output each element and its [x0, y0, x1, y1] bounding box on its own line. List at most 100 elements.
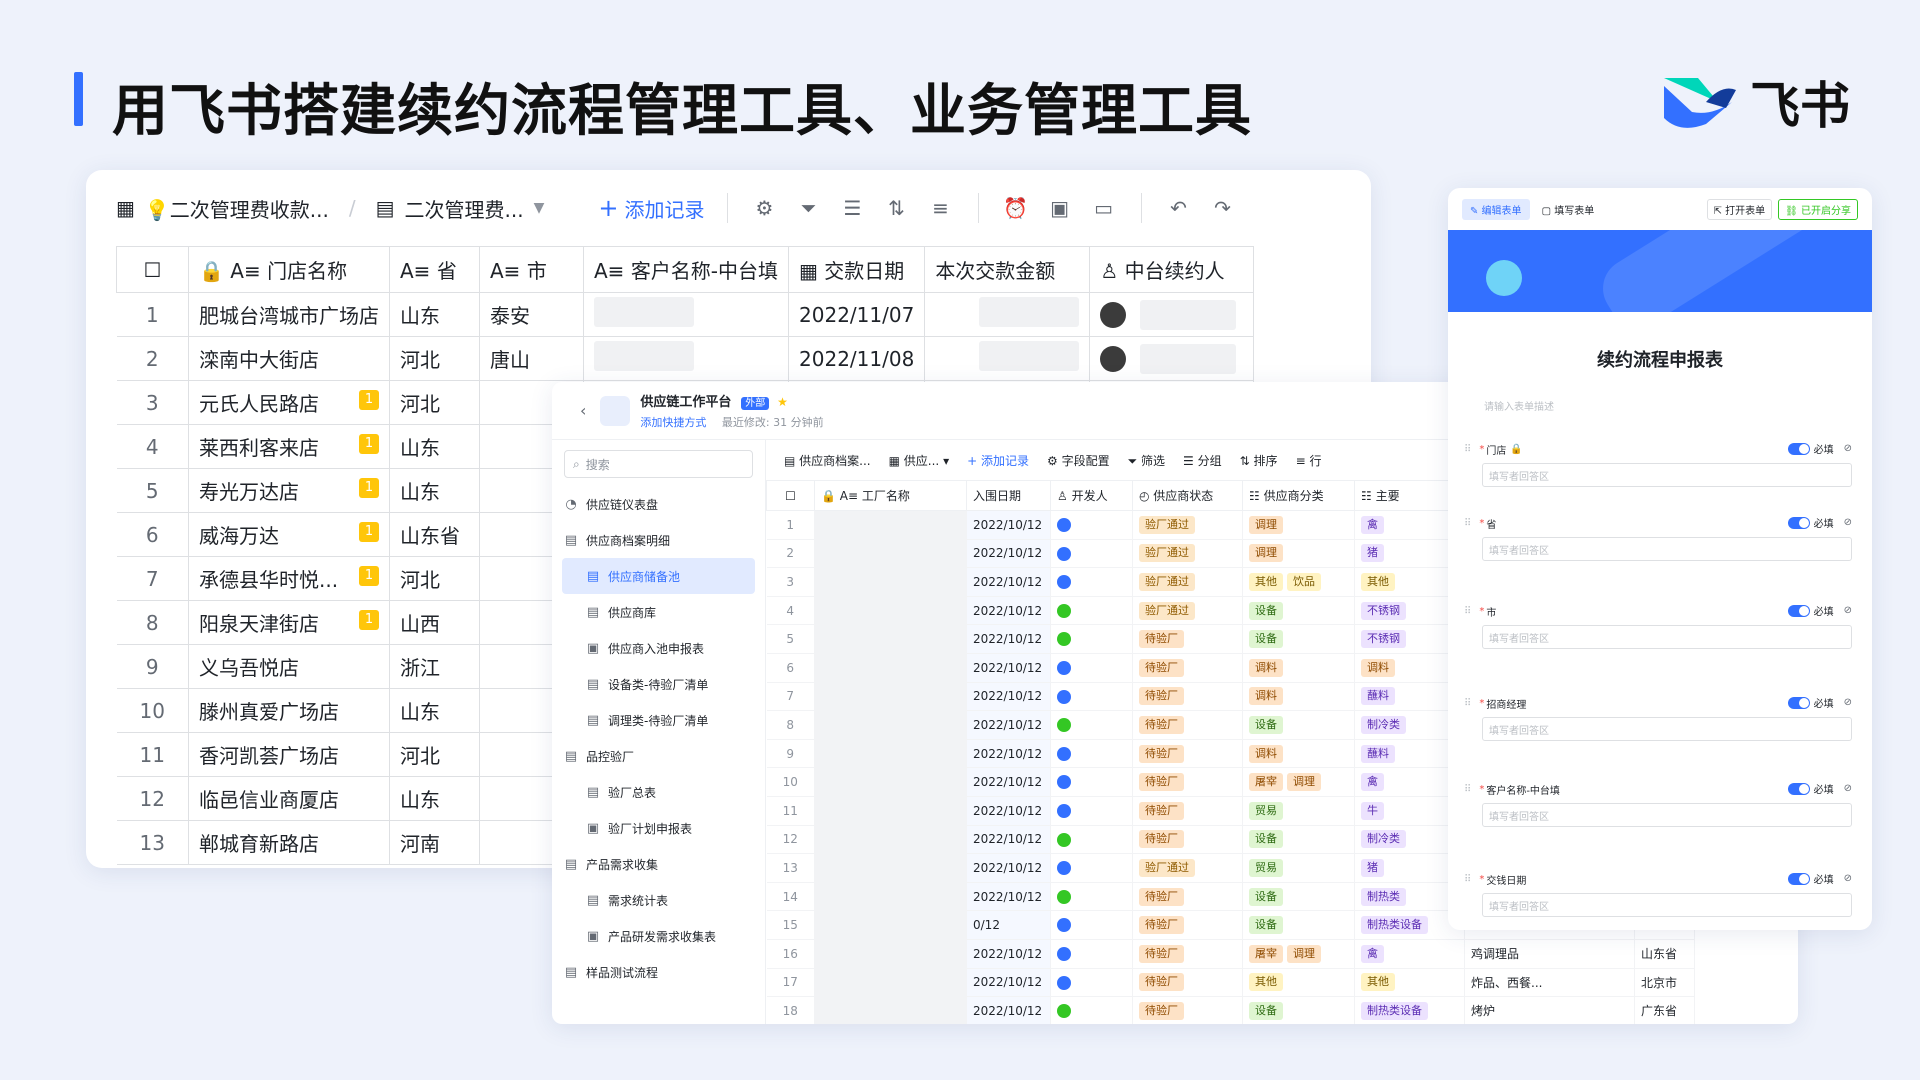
cell-status[interactable]: 待验厂 — [1132, 767, 1243, 797]
cell-date[interactable]: 2022/10/12 — [966, 682, 1051, 712]
answer-input[interactable]: 填写者回答区 — [1482, 463, 1852, 487]
column-header-status[interactable]: ◴ 供应商状态 — [1132, 480, 1243, 511]
cell-date[interactable]: 2022/10/12 — [966, 710, 1051, 740]
cell-factory[interactable] — [814, 624, 967, 654]
cell-status[interactable]: 验厂通过 — [1132, 510, 1243, 540]
cell-factory[interactable] — [814, 710, 967, 740]
cell-region[interactable]: 广东省 — [1634, 996, 1695, 1024]
cell-date[interactable]: 2022/10/12 — [966, 567, 1051, 597]
table-row[interactable]: 18 2022/10/12 待验厂 设备 制热类设备 烤炉 广东省 — [766, 996, 1695, 1024]
cell-extra[interactable]: 炸品、西餐... — [1464, 968, 1635, 998]
cell-store[interactable]: 莱西利客来店 1 — [188, 424, 390, 469]
cell-customer[interactable] — [583, 336, 790, 381]
table-row[interactable]: 16 2022/10/12 待验厂 屠宰 调理禽鸡调理品 山东省 — [766, 939, 1695, 969]
cell-factory[interactable] — [814, 853, 967, 883]
cell-province[interactable]: 山东 — [389, 468, 480, 513]
column-header-city[interactable]: A≡ 市 — [479, 246, 584, 293]
answer-input[interactable]: 填写者回答区 — [1482, 537, 1852, 561]
hide-icon[interactable]: ⊘ — [1844, 783, 1852, 794]
cell-province[interactable]: 河南 — [389, 820, 480, 865]
cell-store[interactable]: 寿光万达店 1 — [188, 468, 390, 513]
table-selector[interactable]: ▤ 供应商档案... — [784, 452, 871, 469]
cell-factory[interactable] — [814, 796, 967, 826]
tab-fill-form[interactable]: ▢ 填写表单 — [1536, 199, 1601, 220]
cell-date[interactable]: 2022/10/12 — [966, 739, 1051, 769]
filter-icon[interactable]: ⏷ — [794, 193, 824, 223]
drag-handle-icon[interactable]: ⠿ — [1464, 606, 1471, 617]
cell-store[interactable]: 阳泉天津街店 1 — [188, 600, 390, 645]
cell-developer[interactable] — [1050, 996, 1133, 1024]
drag-handle-icon[interactable]: ⠿ — [1464, 518, 1471, 529]
cell-category[interactable]: 设备 — [1242, 910, 1355, 940]
sidebar-item[interactable]: ▣ 验厂计划申报表 — [552, 810, 765, 846]
sidebar-item[interactable]: ▤ 产品需求收集 — [552, 846, 765, 882]
hide-icon[interactable]: ⊘ — [1844, 443, 1852, 454]
base-breadcrumb[interactable]: ▦ 💡二次管理费收款... — [116, 194, 329, 223]
cell-city[interactable]: 唐山 — [479, 336, 584, 381]
cell-province[interactable]: 浙江 — [389, 644, 480, 689]
sidebar-item[interactable]: ▤ 设备类-待验厂清单 — [552, 666, 765, 702]
cell-status[interactable]: 待验厂 — [1132, 968, 1243, 998]
cell-status[interactable]: 待验厂 — [1132, 996, 1243, 1024]
cell-category[interactable]: 调料 — [1242, 682, 1355, 712]
cell-factory[interactable] — [814, 653, 967, 683]
sidebar-item[interactable]: ▣ 产品研发需求收集表 — [552, 918, 765, 954]
select-all-checkbox[interactable]: ☐ — [766, 480, 815, 511]
cell-category[interactable]: 其他 — [1242, 968, 1355, 998]
cell-store[interactable]: 元氏人民路店 1 — [188, 380, 390, 425]
comment-icon[interactable]: ▭ — [1089, 193, 1119, 223]
star-icon[interactable]: ★ — [777, 395, 788, 409]
column-header-category[interactable]: ☷ 供应商分类 — [1242, 480, 1355, 511]
select-all-checkbox[interactable]: ☐ — [116, 246, 189, 293]
cell-status[interactable]: 验厂通过 — [1132, 853, 1243, 883]
row-height-icon[interactable]: ≡ — [926, 193, 956, 223]
cell-factory[interactable] — [814, 882, 967, 912]
cell-factory[interactable] — [814, 825, 967, 855]
cell-developer[interactable] — [1050, 939, 1133, 969]
cell-status[interactable]: 待验厂 — [1132, 825, 1243, 855]
add-shortcut-link[interactable]: 添加快捷方式 — [640, 416, 706, 429]
cell-developer[interactable] — [1050, 596, 1133, 626]
search-input[interactable]: ⌕ 搜索 — [564, 450, 753, 478]
cell-province[interactable]: 河北 — [389, 556, 480, 601]
cell-pay-date[interactable]: 2022/11/07 — [788, 292, 926, 337]
sidebar-item[interactable]: ▤ 供应商档案明细 — [552, 522, 765, 558]
form-field[interactable]: ⠿ * 门店 🔒 必填 ⊘ 填写者回答区 — [1464, 439, 1852, 487]
hide-icon[interactable]: ⊘ — [1844, 697, 1852, 708]
cell-factory[interactable] — [814, 968, 967, 998]
cell-status[interactable]: 验厂通过 — [1132, 596, 1243, 626]
cell-category[interactable]: 设备 — [1242, 596, 1355, 626]
table-row[interactable]: 1 肥城台湾城市广场店 山东 泰安 2022/11/07 — [116, 292, 1255, 337]
sort-icon[interactable]: ⇅ — [882, 193, 912, 223]
cell-province[interactable]: 山西 — [389, 600, 480, 645]
hide-icon[interactable]: ⊘ — [1844, 517, 1852, 528]
form-description-input[interactable]: 请输入表单描述 — [1484, 398, 1872, 413]
column-header-factory[interactable]: 🔒 A≡ 工厂名称 — [814, 480, 967, 511]
cell-status[interactable]: 待验厂 — [1132, 910, 1243, 940]
cell-category[interactable]: 屠宰 调理 — [1242, 767, 1355, 797]
column-header-store[interactable]: 🔒 A≡ 门店名称 — [188, 246, 390, 293]
cell-factory[interactable] — [814, 567, 967, 597]
form-field[interactable]: ⠿ * 市 必填 ⊘ 填写者回答区 — [1464, 601, 1852, 649]
cell-store[interactable]: 承德县华时悦... 1 — [188, 556, 390, 601]
row-button[interactable]: ≡ 行 — [1296, 452, 1322, 469]
answer-input[interactable]: 填写者回答区 — [1482, 625, 1852, 649]
form-field[interactable]: ⠿ * 交钱日期 必填 ⊘ 填写者回答区 — [1464, 869, 1852, 917]
cell-date[interactable]: 2022/10/12 — [966, 882, 1051, 912]
field-config-button[interactable]: ⚙ 字段配置 — [1047, 452, 1110, 469]
cell-developer[interactable] — [1050, 539, 1133, 569]
cell-factory[interactable] — [814, 939, 967, 969]
cell-developer[interactable] — [1050, 767, 1133, 797]
cell-factory[interactable] — [814, 739, 967, 769]
required-toggle[interactable] — [1787, 872, 1810, 885]
cell-date[interactable]: 2022/10/12 — [966, 968, 1051, 998]
back-icon[interactable]: ‹ — [580, 401, 586, 420]
required-toggle[interactable] — [1787, 516, 1810, 529]
group-button[interactable]: ☰ 分组 — [1183, 452, 1222, 469]
cell-date[interactable]: 0/12 — [966, 910, 1051, 940]
cell-status[interactable]: 待验厂 — [1132, 796, 1243, 826]
cell-store[interactable]: 肥城台湾城市广场店 — [188, 292, 390, 337]
sidebar-item[interactable]: ▤ 品控验厂 — [552, 738, 765, 774]
table-row[interactable]: 2 滦南中大街店 河北 唐山 2022/11/08 — [116, 336, 1255, 381]
group-icon[interactable]: ☰ — [838, 193, 868, 223]
